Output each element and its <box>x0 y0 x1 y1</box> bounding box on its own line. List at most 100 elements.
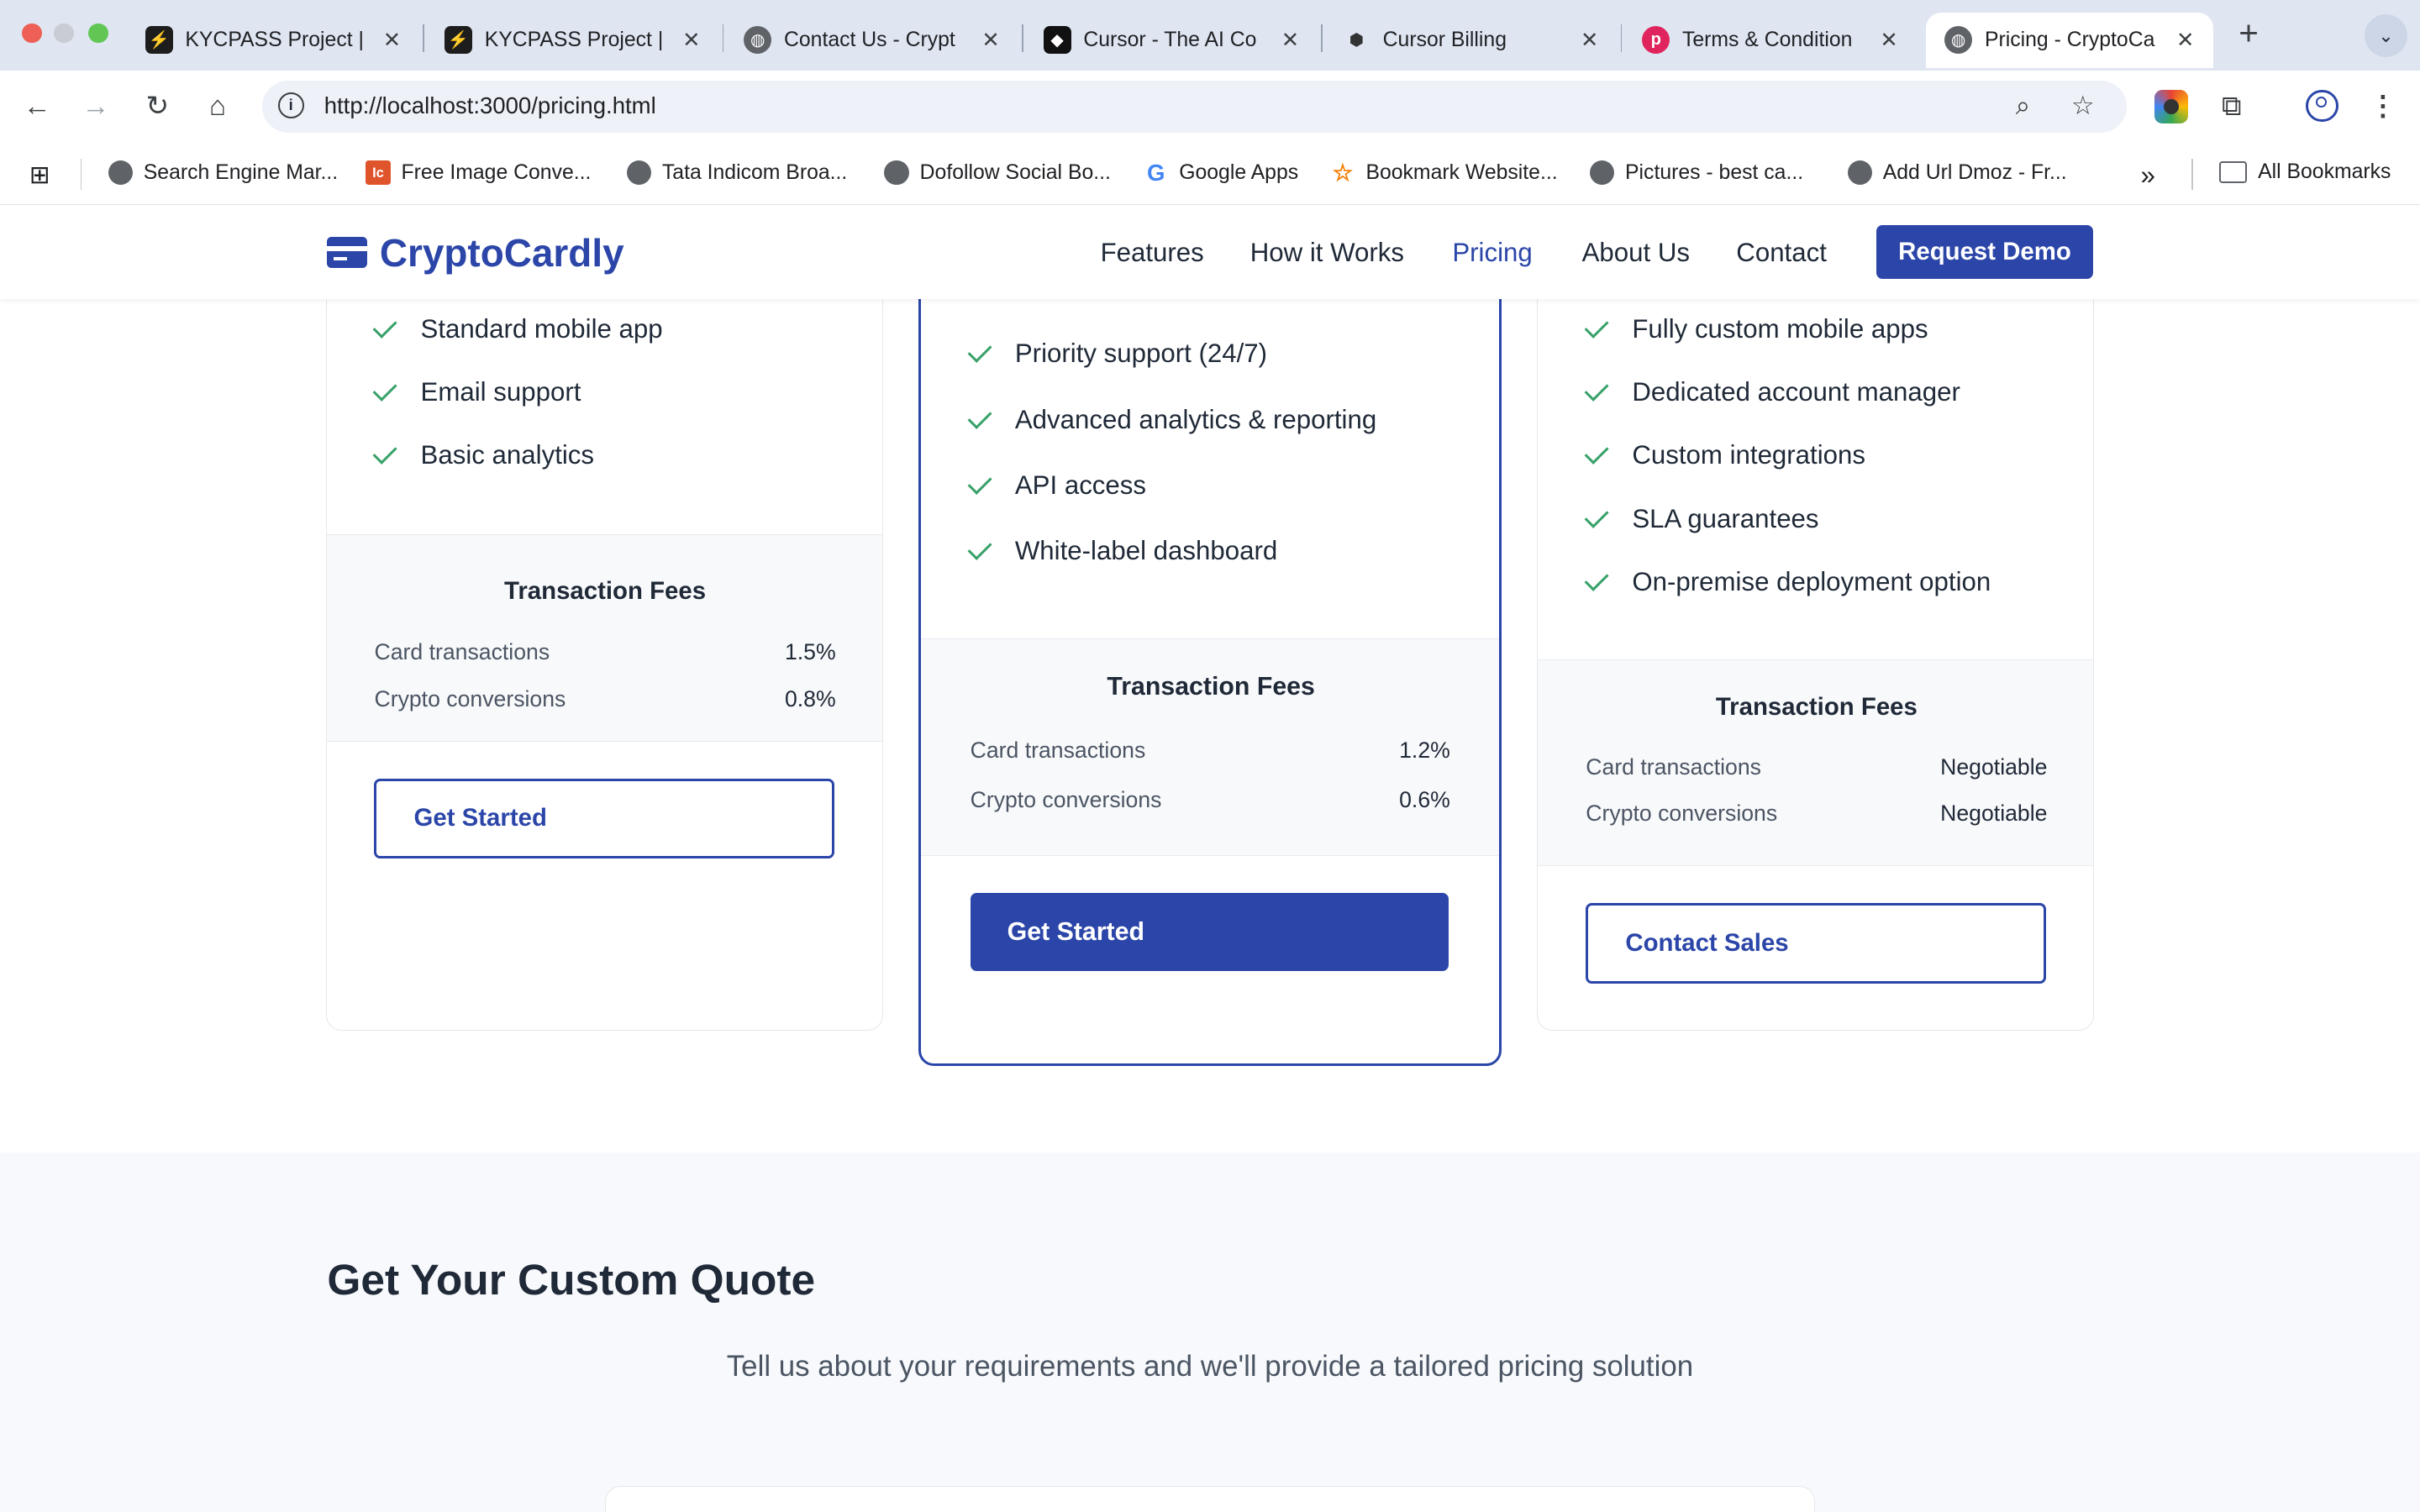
browser-tab-active[interactable]: ◍ Pricing - CryptoCa ✕ <box>1926 12 2213 68</box>
browser-tab-bar: ⚡ KYCPASS Project | ✕ ⚡ KYCPASS Project … <box>0 0 2420 71</box>
extensions-puzzle-icon[interactable]: ⧉ <box>2212 87 2252 127</box>
feature-item: API access <box>967 470 1146 501</box>
check-icon <box>1584 313 1609 339</box>
feature-item: Standard mobile app <box>373 314 663 344</box>
tab-title: Contact Us - Crypt <box>784 28 955 51</box>
browser-toolbar: ← → ↻ ⌂ i http://localhost:3000/pricing.… <box>0 71 2420 142</box>
feature-item: Email support <box>373 377 581 407</box>
nav-about-us[interactable]: About Us <box>1582 238 1690 268</box>
new-tab-button[interactable]: + <box>2228 13 2269 55</box>
fees-title: Transaction Fees <box>1107 673 1315 701</box>
check-icon <box>967 405 992 429</box>
globe-icon <box>1847 160 1872 186</box>
close-tab-icon[interactable]: ✕ <box>1577 28 1602 53</box>
fee-value: Negotiable <box>1940 754 2048 780</box>
fee-label: Crypto conversions <box>1586 801 1778 827</box>
bookmark-item[interactable]: Pictures - best ca... <box>1589 160 1803 186</box>
fee-label: Crypto conversions <box>970 787 1162 813</box>
check-icon <box>1584 377 1609 402</box>
extension-color-icon[interactable] <box>2154 89 2189 123</box>
close-tab-icon[interactable]: ✕ <box>1278 28 1302 53</box>
star-icon: ☆ <box>1332 159 1354 186</box>
tab-title: Cursor - The AI Co <box>1083 28 1257 51</box>
bookmark-item[interactable]: G Google Apps <box>1144 160 1298 186</box>
pricing-card-basic: Standard mobile app Email support Basic … <box>325 205 883 1031</box>
check-icon <box>373 440 397 465</box>
check-icon <box>1584 440 1609 465</box>
url-text[interactable]: http://localhost:3000/pricing.html <box>324 92 656 119</box>
browser-tab[interactable]: ◍ Contact Us - Crypt ✕ <box>725 13 1018 68</box>
nav-pricing[interactable]: Pricing <box>1452 238 1532 268</box>
site-logo[interactable]: CryptoCardly <box>327 230 624 276</box>
browser-menu-icon[interactable]: ⋮ <box>2363 87 2403 127</box>
bookmark-star-icon[interactable]: ☆ <box>2071 91 2095 121</box>
maximize-window-button[interactable] <box>87 23 108 44</box>
profile-avatar-icon[interactable] <box>2306 89 2338 123</box>
globe-icon <box>884 160 909 186</box>
close-tab-icon[interactable]: ✕ <box>978 28 1002 53</box>
check-icon <box>967 536 992 561</box>
brand-name: CryptoCardly <box>379 230 624 275</box>
bookmark-item[interactable]: Add Url Dmoz - Fr... <box>1847 160 2067 186</box>
address-bar[interactable]: i http://localhost:3000/pricing.html ⌕ ☆ <box>262 80 2127 133</box>
tab-title: KYCPASS Project | <box>484 28 664 51</box>
all-bookmarks-button[interactable]: All Bookmarks <box>2219 160 2391 184</box>
feature-item: White-label dashboard <box>967 536 1277 566</box>
back-button[interactable]: ← <box>17 87 57 127</box>
browser-tab[interactable]: ⬢ Cursor Billing ✕ <box>1324 13 1618 68</box>
globe-icon <box>1589 160 1615 186</box>
tab-search-button[interactable]: ⌄ <box>2364 13 2408 57</box>
fees-title: Transaction Fees <box>504 577 707 606</box>
browser-tab[interactable]: p Terms & Condition ✕ <box>1623 13 1917 68</box>
bookmark-item[interactable]: Search Engine Mar... <box>108 160 338 186</box>
tab-title: Cursor Billing <box>1382 28 1507 51</box>
ic-icon: Ic <box>366 160 391 186</box>
forward-button[interactable]: → <box>76 87 116 127</box>
tab-title: Pricing - CryptoCa <box>1984 28 2155 51</box>
nav-contact[interactable]: Contact <box>1736 238 1827 268</box>
feature-item: Dedicated account manager <box>1584 377 1960 407</box>
apps-grid-icon[interactable]: ⊞ <box>29 160 50 190</box>
custom-quote-section: Get Your Custom Quote Tell us about your… <box>0 1152 2420 1512</box>
feature-item: SLA guarantees <box>1584 504 1819 534</box>
feature-item: Advanced analytics & reporting <box>967 405 1376 435</box>
fee-value: Negotiable <box>1940 801 2048 827</box>
fee-label: Card transactions <box>1586 754 1761 780</box>
fee-label: Card transactions <box>374 638 550 664</box>
reload-button[interactable]: ↻ <box>137 87 177 127</box>
check-icon <box>967 470 992 495</box>
browser-tab[interactable]: ◆ Cursor - The AI Co ✕ <box>1025 13 1318 68</box>
browser-tab[interactable]: ⚡ KYCPASS Project | ✕ <box>426 13 719 68</box>
site-info-icon[interactable]: i <box>277 92 304 119</box>
bookmark-item[interactable]: ☆ Bookmark Website... <box>1330 159 1558 186</box>
bolt-icon: ⚡ <box>444 26 472 55</box>
bookmark-item[interactable]: Tata Indicom Broa... <box>626 160 847 186</box>
get-started-button-primary[interactable]: Get Started <box>970 892 1449 972</box>
close-tab-icon[interactable]: ✕ <box>1876 28 1901 53</box>
transaction-fees: Transaction Fees Card transactions Negot… <box>1538 659 2094 867</box>
fees-title: Transaction Fees <box>1715 692 1918 721</box>
minimize-window-button[interactable] <box>54 23 75 44</box>
close-window-button[interactable] <box>21 23 42 44</box>
fee-label: Crypto conversions <box>374 686 566 712</box>
get-started-button[interactable]: Get Started <box>374 778 834 859</box>
close-tab-icon[interactable]: ✕ <box>679 28 703 53</box>
close-tab-icon[interactable]: ✕ <box>2173 28 2197 53</box>
bookmark-item[interactable]: Dofollow Social Bo... <box>884 160 1111 186</box>
nav-features[interactable]: Features <box>1101 238 1204 268</box>
home-button[interactable]: ⌂ <box>197 87 238 127</box>
transaction-fees: Transaction Fees Card transactions 1.5% … <box>326 534 882 742</box>
bookmarks-overflow-button[interactable]: » <box>2141 160 2155 191</box>
cube-icon: ⬢ <box>1349 31 1365 50</box>
cursor-icon: ◆ <box>1043 26 1071 55</box>
credit-card-icon <box>327 237 368 268</box>
browser-tab[interactable]: ⚡ KYCPASS Project | ✕ <box>127 13 420 68</box>
zoom-icon[interactable]: ⌕ <box>2016 91 2030 122</box>
transaction-fees: Transaction Fees Card transactions 1.2% … <box>920 638 1500 856</box>
nav-how-it-works[interactable]: How it Works <box>1250 238 1404 268</box>
bookmark-item[interactable]: Ic Free Image Conve... <box>366 160 591 186</box>
request-demo-button[interactable]: Request Demo <box>1876 225 2093 280</box>
close-tab-icon[interactable]: ✕ <box>380 28 404 53</box>
bookmarks-bar: ⊞ Search Engine Mar... Ic Free Image Conv… <box>0 141 2420 206</box>
contact-sales-button[interactable]: Contact Sales <box>1586 903 2046 984</box>
